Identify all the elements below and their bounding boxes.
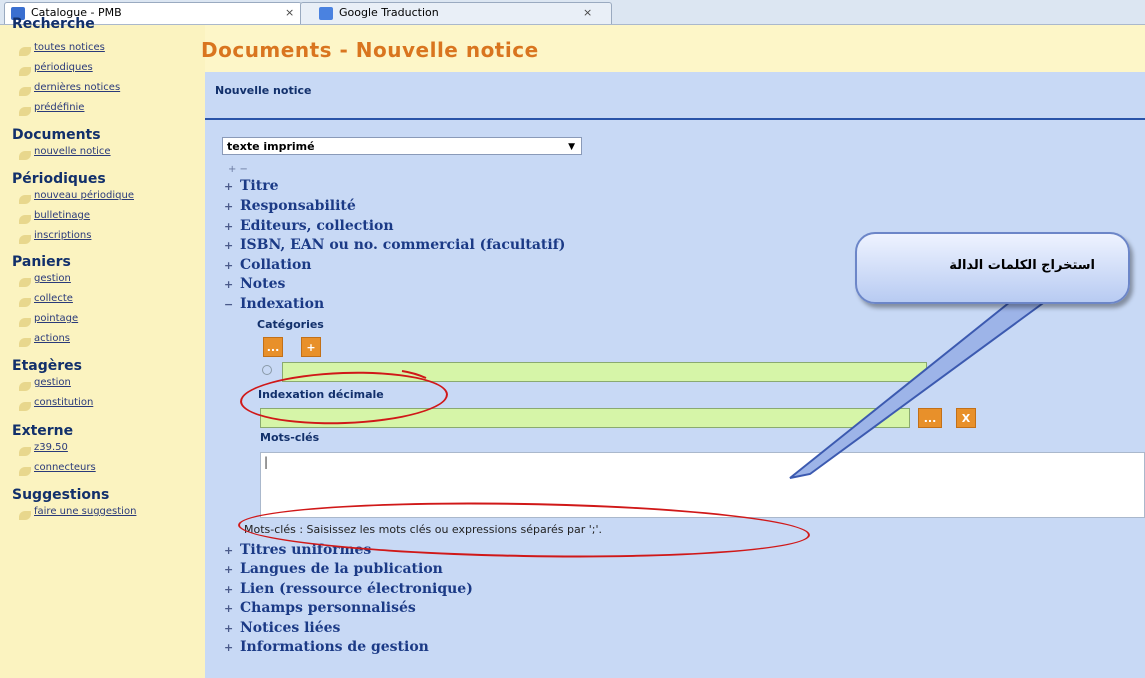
annotation-callout-text: استخراج الكلمات الدالة (949, 258, 1095, 273)
annotation-pointer-arrow (401, 297, 1054, 479)
